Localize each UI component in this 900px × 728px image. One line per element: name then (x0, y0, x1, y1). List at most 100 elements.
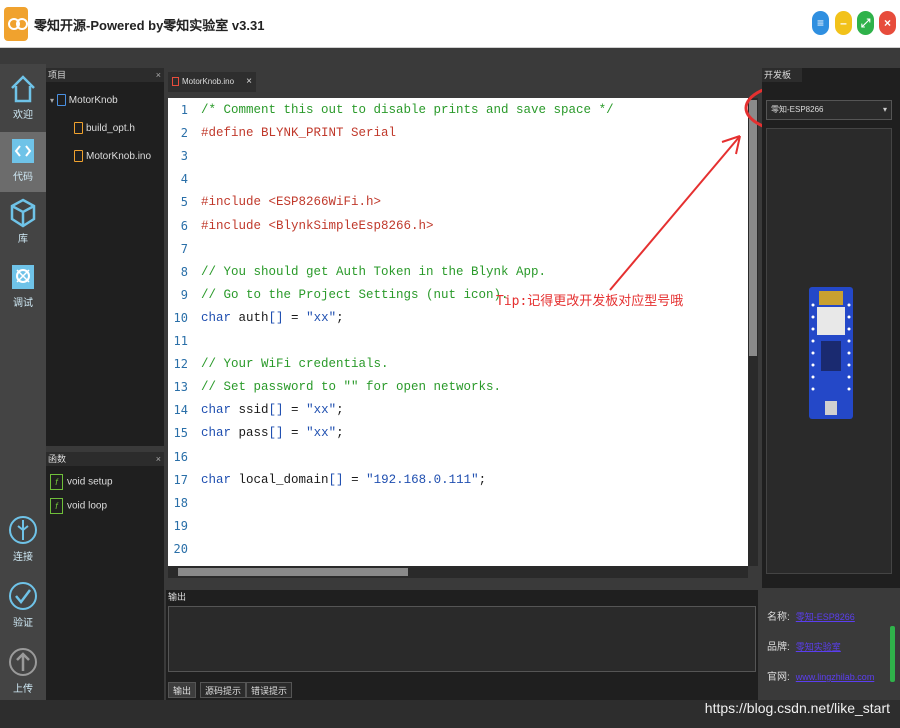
code-icon (12, 139, 34, 163)
line-number: 20 (173, 541, 188, 556)
board-info-name: 名称: 零知-ESP8266 (767, 608, 855, 623)
line-number: 11 (173, 334, 188, 348)
esp8266-board-icon (809, 287, 853, 419)
project-panel-title: 项目 (48, 70, 67, 80)
line-number: 5 (180, 195, 188, 210)
sidebar-item-library[interactable]: 库 (0, 194, 46, 254)
line-number: 6 (180, 218, 188, 233)
sidebar-item-connect[interactable]: 连接 (0, 510, 46, 570)
line-number: 4 (180, 172, 188, 187)
line-number: 2 (180, 126, 188, 141)
sidebar-item-label: 代码 (13, 172, 33, 183)
function-icon: f (50, 498, 63, 514)
line-number: 19 (173, 518, 188, 533)
close-button[interactable]: × (879, 11, 896, 35)
sidebar-item-label: 欢迎 (13, 110, 33, 121)
line-number: 9 (180, 287, 188, 302)
board-info-website: 官网: www.lingzhilab.com (767, 668, 874, 683)
close-icon[interactable]: × (246, 72, 252, 92)
code-line: char ssid[] = "xx"; (201, 403, 344, 418)
line-number: 16 (173, 449, 188, 464)
functions-panel-header: 函数 × (46, 452, 164, 466)
project-file-icon (56, 94, 66, 107)
code-line: /* Comment this out to disable prints an… (201, 103, 614, 117)
status-indicator (890, 626, 895, 682)
sidebar-item-label: 上传 (13, 684, 33, 695)
scrollbar-thumb[interactable] (178, 568, 408, 576)
line-number: 10 (173, 310, 188, 325)
output-panel: 输出 输出 源码提示 错误提示 (166, 590, 758, 700)
project-root-label: MotorKnob (68, 95, 118, 106)
code-line: char pass[] = "xx"; (201, 426, 344, 441)
code-line: #define BLYNK_PRINT Serial (201, 126, 397, 141)
chevron-down-icon: ▾ (882, 105, 887, 114)
home-icon (11, 75, 35, 103)
project-root[interactable]: ▾ MotorKnob (50, 94, 118, 108)
board-select-value: 零知-ESP8266 (771, 105, 824, 114)
info-value[interactable]: www.lingzhilab.com (796, 672, 875, 682)
sidebar-item-verify[interactable]: 验证 (0, 576, 46, 636)
chevron-down-icon: ▾ (50, 96, 55, 105)
output-console[interactable] (168, 606, 756, 672)
line-number: 7 (180, 241, 188, 256)
tab-error-hints[interactable]: 错误提示 (246, 682, 293, 698)
bug-icon (12, 265, 34, 289)
line-number: 3 (180, 149, 188, 164)
code-line: // Set password to "" for open networks. (201, 380, 502, 395)
info-label: 名称: (767, 612, 790, 623)
close-icon[interactable]: × (156, 452, 161, 466)
sidebar-item-welcome[interactable]: 欢迎 (0, 70, 46, 130)
file-item[interactable]: build_opt.h (74, 122, 135, 136)
info-label: 官网: (767, 672, 790, 683)
code-line: // Go to the Project Settings (nut icon)… (201, 287, 509, 302)
board-select[interactable]: 零知-ESP8266 ▾ (766, 100, 892, 120)
info-value[interactable]: 零知实验室 (796, 642, 841, 652)
ino-file-icon (74, 150, 83, 163)
maximize-button[interactable]: ⤢ (857, 11, 874, 35)
cube-icon (10, 198, 36, 228)
maximize-icon: ⤢ (860, 16, 871, 30)
project-panel: 项目 × ▾ MotorKnob build_opt.h MotorKnob.i… (46, 68, 164, 446)
board-panel-title: 开发板 (762, 68, 802, 82)
line-number: 18 (173, 495, 188, 510)
function-icon: f (50, 474, 63, 490)
file-icon (172, 77, 179, 87)
function-item-label: void setup (67, 476, 113, 488)
minimize-button[interactable]: – (835, 11, 852, 35)
sidebar: 欢迎 代码 库 调试 连接 验证 上传 (0, 64, 46, 700)
info-label: 品牌: (767, 642, 790, 653)
tab-motorknob-ino[interactable]: MotorKnob.ino × (168, 72, 256, 92)
info-value[interactable]: 零知-ESP8266 (796, 612, 855, 622)
sidebar-item-debug[interactable]: 调试 (0, 258, 46, 318)
sidebar-item-label: 库 (18, 234, 28, 245)
board-info-brand: 品牌: 零知实验室 (767, 638, 841, 653)
line-number: 1 (180, 103, 188, 117)
file-item-label: build_opt.h (86, 123, 135, 134)
sidebar-item-code[interactable]: 代码 (0, 132, 46, 192)
board-preview (766, 128, 892, 574)
sidebar-item-label: 验证 (13, 618, 33, 629)
output-panel-title: 输出 (168, 592, 187, 602)
line-number: 8 (180, 264, 188, 279)
usb-icon (9, 516, 37, 544)
code-line: char auth[] = "xx"; (201, 310, 344, 325)
function-item[interactable]: f void loop (50, 498, 107, 515)
tab-source-hints[interactable]: 源码提示 (200, 682, 247, 698)
close-icon[interactable]: × (156, 68, 161, 82)
line-number-gutter: 1 2 3 4 5 6 7 8 9 10 11 12 13 14 15 16 17 18 19 20 (168, 98, 194, 566)
menu-button[interactable]: ≡ (812, 11, 829, 35)
app-logo-icon (4, 7, 28, 41)
sidebar-item-upload[interactable]: 上传 (0, 642, 46, 702)
tab-output[interactable]: 输出 (168, 682, 197, 698)
line-number: 17 (173, 472, 188, 487)
file-item[interactable]: MotorKnob.ino (74, 150, 151, 164)
horizontal-scrollbar[interactable] (168, 566, 748, 578)
function-item[interactable]: f void setup (50, 474, 113, 491)
upload-icon (9, 648, 37, 676)
line-number: 12 (173, 357, 188, 372)
tab-label: MotorKnob.ino (182, 77, 235, 86)
file-item-label: MotorKnob.ino (86, 151, 152, 162)
code-line: // Your WiFi credentials. (201, 357, 389, 372)
line-number: 15 (173, 426, 188, 441)
code-line: // You should get Auth Token in the Blyn… (201, 264, 547, 279)
